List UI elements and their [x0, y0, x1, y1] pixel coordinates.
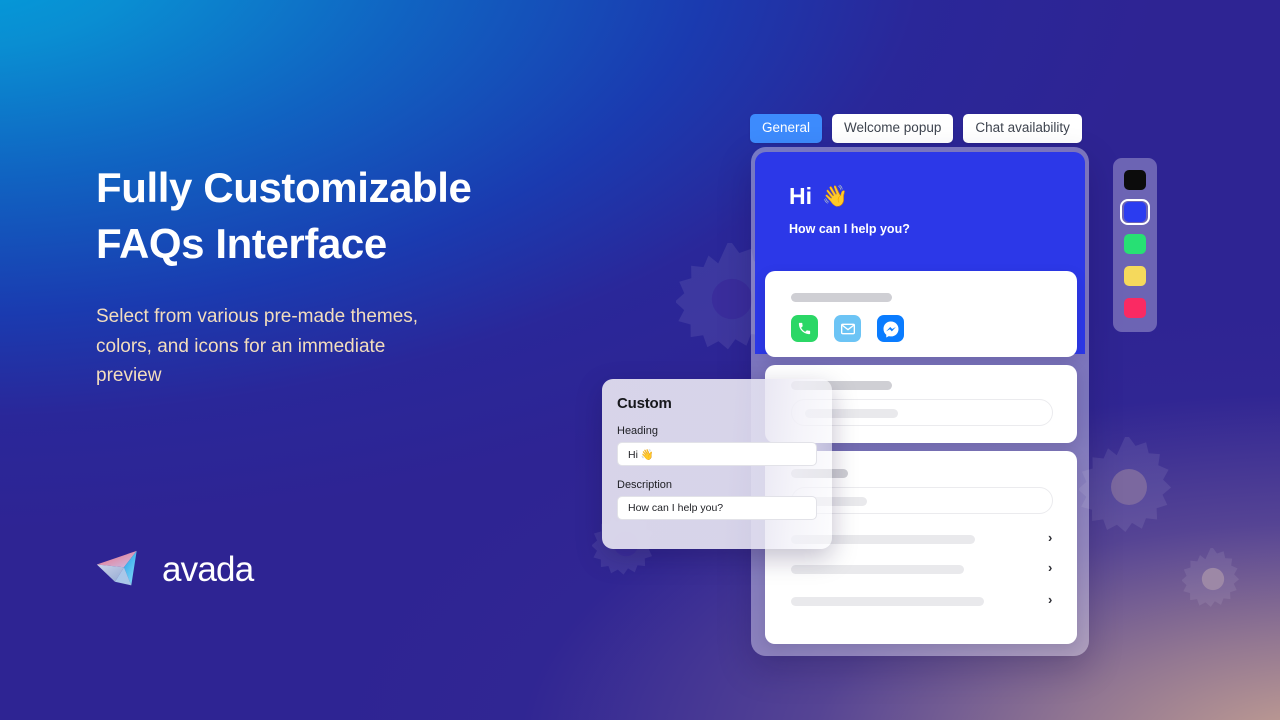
brand-logo: avada	[95, 547, 254, 591]
skeleton-bar	[791, 565, 964, 574]
custom-panel-title: Custom	[617, 395, 672, 412]
contact-icon-row	[791, 315, 904, 342]
skeleton-bar	[791, 293, 892, 302]
widget-heading: Hi 👋	[789, 185, 848, 208]
gear-icon	[1182, 548, 1244, 610]
chevron-right-icon[interactable]: ›	[1048, 531, 1052, 544]
page-title: Fully Customizable FAQs Interface	[96, 164, 472, 267]
tab-chat-availability[interactable]: Chat availability	[963, 114, 1082, 143]
swatch-fill	[1124, 170, 1146, 190]
description-field-label: Description	[617, 479, 673, 491]
chevron-right-icon[interactable]: ›	[1048, 561, 1052, 574]
skeleton-bar	[791, 597, 984, 606]
swatch-fill	[1124, 298, 1146, 318]
widget-description: How can I help you?	[789, 222, 910, 236]
color-palette	[1113, 158, 1157, 332]
brand-name: avada	[162, 549, 254, 589]
tab-general[interactable]: General	[750, 114, 823, 143]
email-icon[interactable]	[834, 315, 861, 342]
waving-hand-icon: 👋	[822, 185, 849, 208]
hero-copy: Fully Customizable FAQs Interface Select…	[96, 160, 566, 391]
tab-bar: General Welcome popup Chat availability	[750, 114, 1082, 143]
hero-subtitle: Select from various pre-made themes, col…	[96, 306, 419, 386]
contact-methods-card[interactable]	[765, 271, 1077, 357]
color-swatch-pink[interactable]	[1120, 295, 1150, 321]
color-swatch-blue[interactable]	[1120, 199, 1150, 225]
swatch-fill	[1124, 266, 1146, 286]
tab-welcome-popup[interactable]: Welcome popup	[832, 114, 954, 143]
color-swatch-green[interactable]	[1120, 231, 1150, 257]
swatch-fill	[1124, 202, 1146, 222]
description-input[interactable]: How can I help you?	[617, 496, 817, 520]
heading-field-label: Heading	[617, 425, 658, 437]
color-swatch-black[interactable]	[1120, 167, 1150, 193]
avada-logo-icon	[95, 547, 153, 591]
heading-input[interactable]: Hi 👋	[617, 442, 817, 466]
swatch-fill	[1124, 234, 1146, 254]
custom-settings-panel: Custom Heading Hi 👋 Description How can …	[602, 379, 832, 549]
phone-icon[interactable]	[791, 315, 818, 342]
color-swatch-yellow[interactable]	[1120, 263, 1150, 289]
widget-heading-text: Hi	[789, 183, 812, 209]
chevron-right-icon[interactable]: ›	[1048, 593, 1052, 606]
gear-icon	[1079, 437, 1179, 537]
messenger-icon[interactable]	[877, 315, 904, 342]
